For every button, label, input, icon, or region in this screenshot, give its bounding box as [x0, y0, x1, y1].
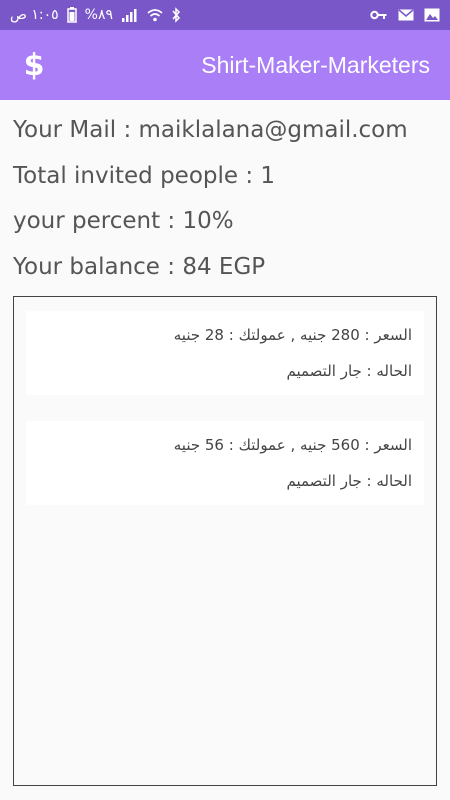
app-bar: $ Shirt-Maker-Marketers	[0, 30, 450, 100]
order-price: السعر : 280 جنيه , عمولتك : 28 جنيه	[173, 326, 412, 344]
status-right	[370, 8, 440, 22]
status-time: ١:٠٥ ص	[10, 7, 59, 23]
order-price: السعر : 560 جنيه , عمولتك : 56 جنيه	[173, 436, 412, 454]
order-card[interactable]: السعر : 280 جنيه , عمولتك : 28 جنيه الحا…	[26, 311, 424, 395]
status-bar: ١:٠٥ ص %٨٩	[0, 0, 450, 30]
key-icon	[370, 9, 388, 21]
orders-list[interactable]: السعر : 280 جنيه , عمولتك : 28 جنيه الحا…	[13, 296, 437, 786]
mail-icon	[398, 9, 414, 21]
battery-percent: %٨٩	[84, 7, 114, 23]
bluetooth-icon	[171, 7, 181, 23]
image-icon	[424, 8, 440, 22]
app-title: Shirt-Maker-Marketers	[201, 51, 430, 78]
wifi-icon	[147, 8, 163, 22]
user-mail: Your Mail : maiklalana@gmail.com	[13, 117, 408, 143]
order-status: الحاله : جار التصميم	[286, 362, 412, 380]
invited-count: Total invited people : 1	[13, 162, 276, 189]
commission-percent: your percent : 10%	[13, 208, 234, 234]
balance: Your balance : 84 EGP	[13, 253, 266, 280]
order-status: الحاله : جار التصميم	[286, 472, 412, 490]
order-card[interactable]: السعر : 560 جنيه , عمولتك : 56 جنيه الحا…	[26, 421, 424, 505]
dollar-icon[interactable]: $	[22, 48, 46, 83]
signal-icon	[121, 8, 139, 22]
account-info: Your Mail : maiklalana@gmail.com Total i…	[13, 108, 443, 290]
battery-icon	[66, 7, 77, 23]
status-left: ١:٠٥ ص %٨٩	[10, 7, 181, 23]
